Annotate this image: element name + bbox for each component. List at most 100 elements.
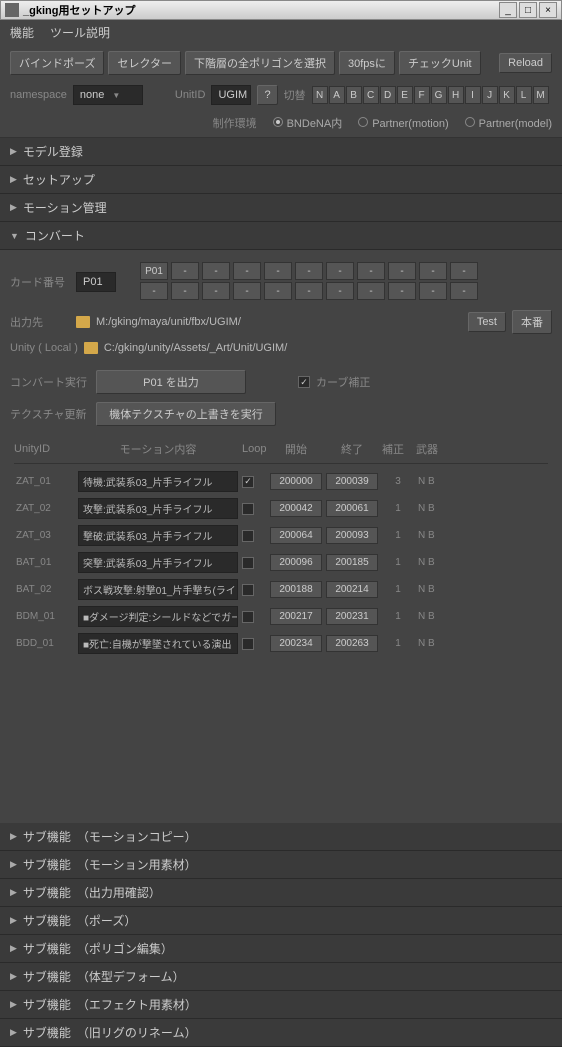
- cell-end[interactable]: 200185: [326, 554, 378, 571]
- acc-convert[interactable]: ▼コンバート: [0, 222, 562, 250]
- cell-motion[interactable]: 待機:武装系03_片手ライフル: [78, 471, 238, 492]
- card-slot[interactable]: -: [264, 262, 292, 280]
- letter-N[interactable]: N: [312, 86, 328, 104]
- cell-start[interactable]: 200217: [270, 608, 322, 625]
- letter-D[interactable]: D: [380, 86, 396, 104]
- card-slot[interactable]: -: [326, 282, 354, 300]
- cell-start[interactable]: 200000: [270, 473, 322, 490]
- card-slot[interactable]: -: [171, 282, 199, 300]
- cell-start[interactable]: 200096: [270, 554, 322, 571]
- cell-loop-checkbox[interactable]: [242, 557, 254, 569]
- cell-start[interactable]: 200064: [270, 527, 322, 544]
- card-slot[interactable]: -: [233, 282, 261, 300]
- tex-button[interactable]: 機体テクスチャの上書きを実行: [96, 402, 276, 426]
- card-slot[interactable]: -: [419, 282, 447, 300]
- cell-motion[interactable]: 攻撃:武装系03_片手ライフル: [78, 498, 238, 519]
- env-opt-partner-motion[interactable]: Partner(motion): [358, 117, 448, 130]
- close-button[interactable]: ×: [539, 2, 557, 18]
- namespace-select[interactable]: none: [73, 85, 143, 105]
- env-opt-bndena[interactable]: BNDeNA内: [273, 115, 343, 131]
- cell-start[interactable]: 200234: [270, 635, 322, 652]
- letter-C[interactable]: C: [363, 86, 379, 104]
- acc-sub-oldrigrename[interactable]: ▶サブ機能 （旧リグのリネーム）: [0, 1019, 562, 1047]
- acc-motion[interactable]: ▶モーション管理: [0, 194, 562, 222]
- env-opt-partner-model[interactable]: Partner(model): [465, 117, 552, 130]
- card-slot[interactable]: -: [295, 282, 323, 300]
- minimize-button[interactable]: _: [499, 2, 517, 18]
- cell-end[interactable]: 200039: [326, 473, 378, 490]
- cell-loop-checkbox[interactable]: [242, 584, 254, 596]
- cell-end[interactable]: 200214: [326, 581, 378, 598]
- letter-F[interactable]: F: [414, 86, 430, 104]
- question-button[interactable]: ?: [257, 85, 277, 105]
- curve-checkbox[interactable]: [298, 376, 310, 388]
- fps-button[interactable]: 30fpsに: [339, 51, 395, 75]
- test-button[interactable]: Test: [468, 312, 506, 332]
- folder-icon[interactable]: [84, 342, 98, 354]
- cell-end[interactable]: 200093: [326, 527, 378, 544]
- card-slot[interactable]: P01: [140, 262, 168, 280]
- acc-model[interactable]: ▶モデル登録: [0, 138, 562, 166]
- cell-end[interactable]: 200263: [326, 635, 378, 652]
- cell-end[interactable]: 200061: [326, 500, 378, 517]
- card-slot[interactable]: -: [419, 262, 447, 280]
- card-slot[interactable]: -: [295, 262, 323, 280]
- card-slot[interactable]: -: [171, 262, 199, 280]
- maximize-button[interactable]: □: [519, 2, 537, 18]
- letter-G[interactable]: G: [431, 86, 447, 104]
- exec-button[interactable]: P01 を出力: [96, 370, 246, 394]
- acc-sub-outputcheck[interactable]: ▶サブ機能 （出力用確認）: [0, 879, 562, 907]
- acc-setup[interactable]: ▶セットアップ: [0, 166, 562, 194]
- letter-L[interactable]: L: [516, 86, 532, 104]
- selectall-button[interactable]: 下階層の全ポリゴンを選択: [185, 51, 335, 75]
- card-slot[interactable]: -: [233, 262, 261, 280]
- card-slot[interactable]: -: [202, 282, 230, 300]
- card-slot[interactable]: -: [388, 282, 416, 300]
- cell-loop-checkbox[interactable]: [242, 611, 254, 623]
- acc-sub-bodydeform[interactable]: ▶サブ機能 （体型デフォーム）: [0, 963, 562, 991]
- cell-start[interactable]: 200188: [270, 581, 322, 598]
- menu-functions[interactable]: 機能: [10, 24, 34, 41]
- cell-loop-checkbox[interactable]: [242, 476, 254, 488]
- acc-sub-effectmaterial[interactable]: ▶サブ機能 （エフェクト用素材）: [0, 991, 562, 1019]
- letter-M[interactable]: M: [533, 86, 549, 104]
- cell-motion[interactable]: 撃破:武装系03_片手ライフル: [78, 525, 238, 546]
- acc-sub-pose[interactable]: ▶サブ機能 （ポーズ）: [0, 907, 562, 935]
- letter-H[interactable]: H: [448, 86, 464, 104]
- reload-button[interactable]: Reload: [499, 53, 552, 73]
- cardno-input[interactable]: P01: [76, 272, 116, 292]
- letter-B[interactable]: B: [346, 86, 362, 104]
- cell-loop-checkbox[interactable]: [242, 638, 254, 650]
- card-slot[interactable]: -: [357, 282, 385, 300]
- checkunit-button[interactable]: チェックUnit: [399, 51, 481, 75]
- cell-loop-checkbox[interactable]: [242, 503, 254, 515]
- menu-tooldesc[interactable]: ツール説明: [50, 24, 110, 41]
- bindpose-button[interactable]: バインドポーズ: [10, 51, 104, 75]
- letter-A[interactable]: A: [329, 86, 345, 104]
- acc-sub-motionmaterial[interactable]: ▶サブ機能 （モーション用素材）: [0, 851, 562, 879]
- letter-I[interactable]: I: [465, 86, 481, 104]
- cell-motion[interactable]: ■ダメージ判定:シールドなどでガードして: [78, 606, 238, 627]
- card-slot[interactable]: -: [326, 262, 354, 280]
- unitid-input[interactable]: UGIM: [211, 85, 251, 105]
- selector-button[interactable]: セレクター: [108, 51, 181, 75]
- honban-button[interactable]: 本番: [512, 310, 552, 334]
- letter-E[interactable]: E: [397, 86, 413, 104]
- cell-loop-checkbox[interactable]: [242, 530, 254, 542]
- cell-end[interactable]: 200231: [326, 608, 378, 625]
- card-slot[interactable]: -: [388, 262, 416, 280]
- card-slot[interactable]: -: [264, 282, 292, 300]
- letter-K[interactable]: K: [499, 86, 515, 104]
- acc-sub-motioncopy[interactable]: ▶サブ機能 （モーションコピー）: [0, 823, 562, 851]
- cell-motion[interactable]: ボス戦攻撃:射撃01_片手撃ち(ライフ: [78, 579, 238, 600]
- cell-motion[interactable]: ■死亡:自機が撃墜されている演出: [78, 633, 238, 654]
- card-slot[interactable]: -: [450, 282, 478, 300]
- letter-J[interactable]: J: [482, 86, 498, 104]
- card-slot[interactable]: -: [450, 262, 478, 280]
- cell-motion[interactable]: 突撃:武装系03_片手ライフル: [78, 552, 238, 573]
- folder-icon[interactable]: [76, 316, 90, 328]
- card-slot[interactable]: -: [140, 282, 168, 300]
- card-slot[interactable]: -: [357, 262, 385, 280]
- cell-start[interactable]: 200042: [270, 500, 322, 517]
- acc-sub-polyedit[interactable]: ▶サブ機能 （ポリゴン編集）: [0, 935, 562, 963]
